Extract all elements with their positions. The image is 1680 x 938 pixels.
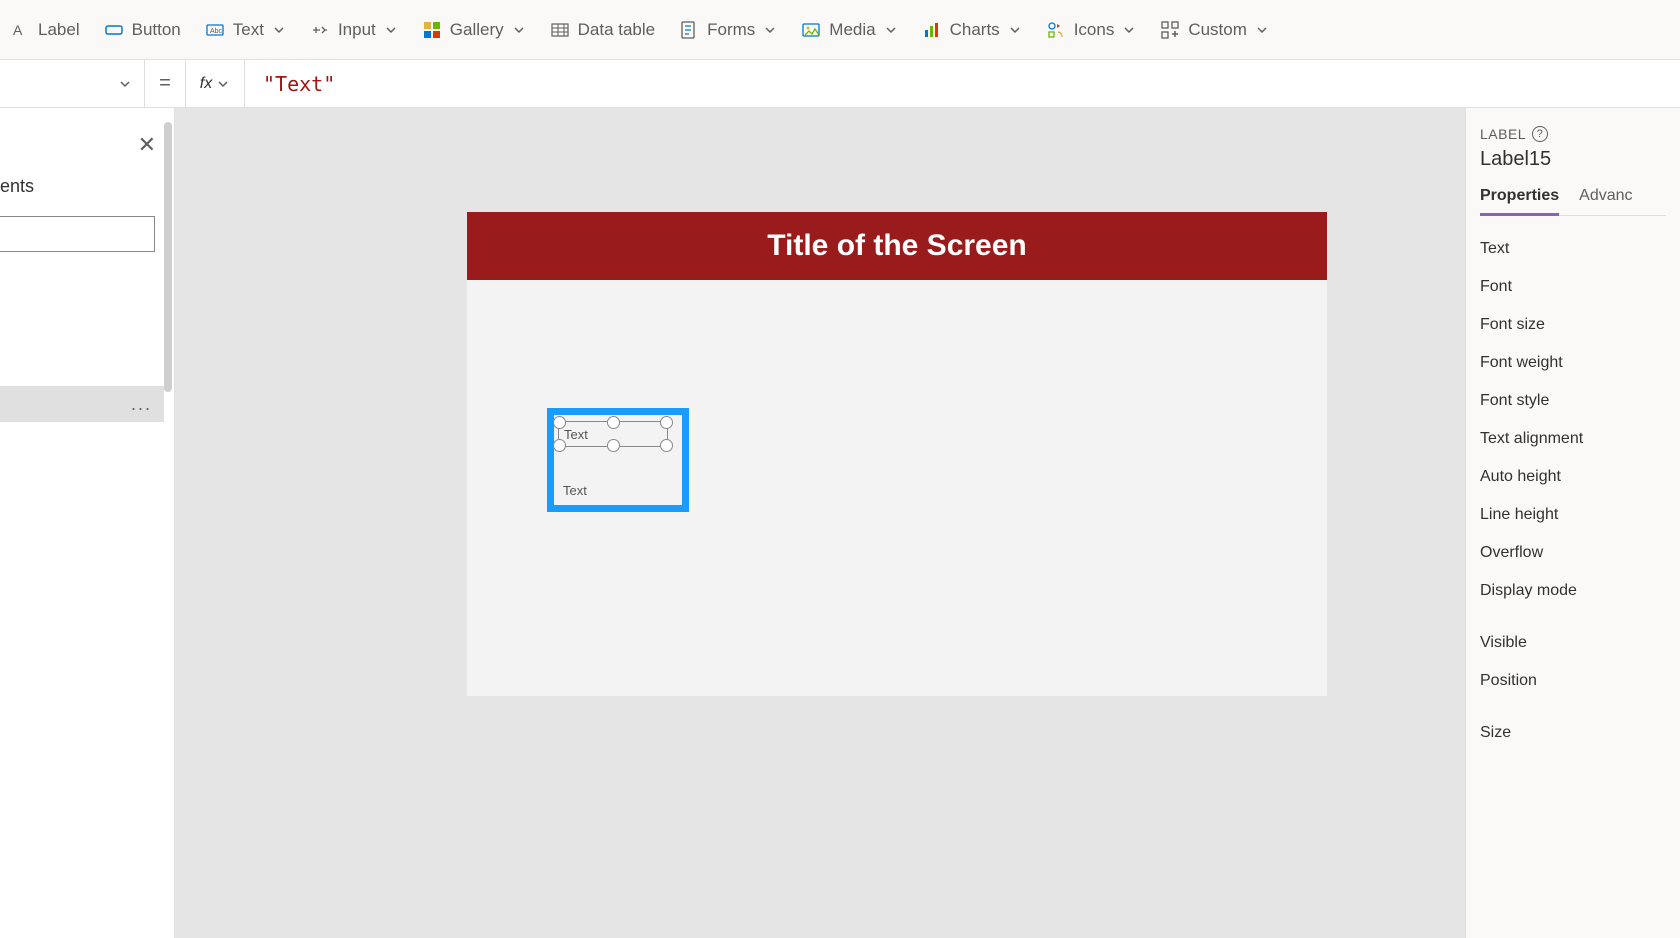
prop-text[interactable]: Text (1480, 230, 1666, 268)
chevron-down-icon (216, 77, 230, 91)
chevron-down-icon (118, 77, 132, 91)
resize-handle[interactable] (553, 416, 566, 429)
label-control[interactable]: Text (558, 477, 668, 503)
prop-line-height[interactable]: Line height (1480, 496, 1666, 534)
table-icon (550, 20, 570, 40)
toolbar-media[interactable]: Media (801, 20, 897, 40)
svg-text:Abc: Abc (210, 28, 223, 35)
tab-properties[interactable]: Properties (1480, 187, 1559, 216)
equals-sign: = (145, 72, 185, 95)
forms-icon (679, 20, 699, 40)
prop-font-size[interactable]: Font size (1480, 306, 1666, 344)
resize-handle[interactable] (660, 416, 673, 429)
toolbar-item-text: Gallery (450, 20, 504, 40)
more-icon[interactable]: ... (131, 394, 152, 415)
prop-font[interactable]: Font (1480, 268, 1666, 306)
control-type-caption: LABEL ? (1480, 126, 1666, 142)
toolbar-charts[interactable]: Charts (922, 20, 1022, 40)
input-icon (310, 20, 330, 40)
canvas[interactable]: Title of the Screen Text Text (175, 108, 1465, 938)
fx-button[interactable]: fx (185, 60, 245, 107)
prop-visible[interactable]: Visible (1480, 624, 1666, 662)
toolbar-gallery[interactable]: Gallery (422, 20, 526, 40)
screen[interactable]: Title of the Screen Text Text (467, 212, 1327, 696)
selected-tree-item[interactable]: ... (0, 386, 164, 422)
toolbar-item-text: Icons (1074, 20, 1115, 40)
insert-toolbar: A Label Button Abc Text Input Gallery Da… (0, 0, 1680, 60)
toolbar-icons[interactable]: Icons (1046, 20, 1137, 40)
formula-bar: = fx (0, 60, 1680, 108)
chevron-down-icon (763, 23, 777, 37)
text-icon: Abc (205, 20, 225, 40)
toolbar-item-text: Media (829, 20, 875, 40)
tab-advanced[interactable]: Advanc (1579, 187, 1632, 215)
toolbar-item-text: Text (233, 20, 264, 40)
selected-container[interactable]: Text Text (547, 408, 689, 512)
svg-text:A: A (13, 22, 23, 38)
panel-title-fragment: ents (0, 176, 34, 197)
chevron-down-icon (512, 23, 526, 37)
toolbar-item-text: Label (38, 20, 80, 40)
prop-position[interactable]: Position (1480, 662, 1666, 700)
gallery-icon (422, 20, 442, 40)
control-name[interactable]: Label15 (1480, 148, 1666, 171)
chevron-down-icon (384, 23, 398, 37)
toolbar-text[interactable]: Abc Text (205, 20, 286, 40)
button-icon (104, 20, 124, 40)
screen-title: Title of the Screen (767, 229, 1027, 263)
label-control-selected[interactable]: Text (558, 421, 668, 447)
toolbar-item-text: Charts (950, 20, 1000, 40)
toolbar-input[interactable]: Input (310, 20, 398, 40)
toolbar-item-text: Forms (707, 20, 755, 40)
chevron-down-icon (884, 23, 898, 37)
screen-title-bar[interactable]: Title of the Screen (467, 212, 1327, 280)
chevron-down-icon (1122, 23, 1136, 37)
tree-view-panel: ✕ ents ... (0, 108, 175, 938)
prop-overflow[interactable]: Overflow (1480, 534, 1666, 572)
toolbar-label[interactable]: A Label (10, 20, 80, 40)
close-icon[interactable]: ✕ (138, 132, 156, 158)
scrollbar[interactable] (164, 122, 172, 392)
icons-icon (1046, 20, 1066, 40)
resize-handle[interactable] (660, 439, 673, 452)
chevron-down-icon (1255, 23, 1269, 37)
toolbar-custom[interactable]: Custom (1160, 20, 1269, 40)
label-text: Text (564, 427, 588, 442)
toolbar-button[interactable]: Button (104, 20, 181, 40)
resize-handle[interactable] (553, 439, 566, 452)
fx-label: fx (200, 75, 212, 93)
search-input[interactable] (0, 216, 155, 252)
chevron-down-icon (272, 23, 286, 37)
prop-font-weight[interactable]: Font weight (1480, 344, 1666, 382)
toolbar-item-text: Custom (1188, 20, 1247, 40)
label-text: Text (563, 483, 587, 498)
resize-handle[interactable] (607, 416, 620, 429)
prop-auto-height[interactable]: Auto height (1480, 458, 1666, 496)
toolbar-item-text: Data table (578, 20, 656, 40)
prop-text-alignment[interactable]: Text alignment (1480, 420, 1666, 458)
toolbar-item-text: Input (338, 20, 376, 40)
help-icon[interactable]: ? (1532, 126, 1548, 142)
formula-input[interactable] (245, 60, 1680, 107)
toolbar-datatable[interactable]: Data table (550, 20, 656, 40)
panel-tabs: Properties Advanc (1480, 187, 1666, 216)
properties-panel: LABEL ? Label15 Properties Advanc Text F… (1465, 108, 1680, 938)
prop-display-mode[interactable]: Display mode (1480, 572, 1666, 610)
media-icon (801, 20, 821, 40)
custom-icon (1160, 20, 1180, 40)
label-icon: A (10, 20, 30, 40)
toolbar-item-text: Button (132, 20, 181, 40)
prop-size[interactable]: Size (1480, 714, 1666, 752)
resize-handle[interactable] (607, 439, 620, 452)
charts-icon (922, 20, 942, 40)
properties-list: Text Font Font size Font weight Font sty… (1480, 230, 1666, 752)
property-dropdown[interactable] (0, 60, 145, 107)
prop-font-style[interactable]: Font style (1480, 382, 1666, 420)
chevron-down-icon (1008, 23, 1022, 37)
toolbar-forms[interactable]: Forms (679, 20, 777, 40)
